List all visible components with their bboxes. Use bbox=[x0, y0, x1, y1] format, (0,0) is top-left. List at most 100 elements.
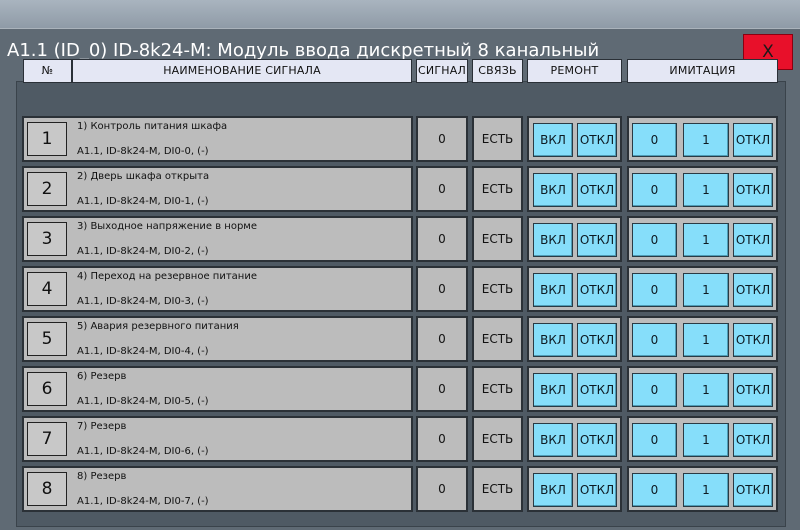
repair-on-button[interactable]: ВКЛ bbox=[533, 323, 573, 357]
link-status-cell: ЕСТЬ bbox=[472, 166, 523, 212]
imitation-0-button[interactable]: 0 bbox=[632, 223, 677, 257]
imitation-off-button[interactable]: ОТКЛ bbox=[733, 273, 773, 307]
link-status-cell: ЕСТЬ bbox=[472, 466, 523, 512]
imitation-0-button[interactable]: 0 bbox=[632, 123, 677, 157]
imitation-0-button[interactable]: 0 bbox=[632, 423, 677, 457]
header-link: СВЯЗЬ bbox=[472, 59, 523, 83]
link-status-cell: ЕСТЬ bbox=[472, 416, 523, 462]
repair-cell: ВКЛ ОТКЛ bbox=[527, 266, 622, 312]
link-status-cell: ЕСТЬ bbox=[472, 316, 523, 362]
imitation-1-button[interactable]: 1 bbox=[683, 123, 729, 157]
repair-cell: ВКЛ ОТКЛ bbox=[527, 316, 622, 362]
signal-name-cell: 3 3) Выходное напряжение в норме A1.1, I… bbox=[22, 216, 413, 262]
header-repair: РЕМОНТ bbox=[527, 59, 622, 83]
link-status-cell: ЕСТЬ bbox=[472, 266, 523, 312]
imitation-off-button[interactable]: ОТКЛ bbox=[733, 423, 773, 457]
repair-on-button[interactable]: ВКЛ bbox=[533, 123, 573, 157]
imitation-cell: 0 1 ОТКЛ bbox=[627, 316, 778, 362]
signal-value: 0 bbox=[438, 182, 446, 196]
imitation-1-button[interactable]: 1 bbox=[683, 473, 729, 507]
imitation-off-button[interactable]: ОТКЛ bbox=[733, 473, 773, 507]
repair-off-button[interactable]: ОТКЛ bbox=[577, 173, 617, 207]
channel-number: 6 bbox=[27, 372, 67, 406]
imitation-0-button[interactable]: 0 bbox=[632, 273, 677, 307]
repair-on-button[interactable]: ВКЛ bbox=[533, 173, 573, 207]
link-status: ЕСТЬ bbox=[481, 432, 514, 446]
repair-cell: ВКЛ ОТКЛ bbox=[527, 166, 622, 212]
signal-value: 0 bbox=[438, 482, 446, 496]
signal-name-cell: 2 2) Дверь шкафа открыта A1.1, ID-8k24-M… bbox=[22, 166, 413, 212]
signal-value-cell: 0 bbox=[416, 216, 468, 262]
signal-name: 4) Переход на резервное питание bbox=[77, 271, 257, 282]
signal-address: A1.1, ID-8k24-M, DI0-4, (-) bbox=[77, 346, 209, 357]
imitation-off-button[interactable]: ОТКЛ bbox=[733, 173, 773, 207]
imitation-off-button[interactable]: ОТКЛ bbox=[733, 373, 773, 407]
imitation-0-button[interactable]: 0 bbox=[632, 173, 677, 207]
repair-on-button[interactable]: ВКЛ bbox=[533, 473, 573, 507]
signal-value-cell: 0 bbox=[416, 466, 468, 512]
imitation-cell: 0 1 ОТКЛ bbox=[627, 416, 778, 462]
repair-on-button[interactable]: ВКЛ bbox=[533, 423, 573, 457]
signal-address: A1.1, ID-8k24-M, DI0-5, (-) bbox=[77, 396, 209, 407]
imitation-cell: 0 1 ОТКЛ bbox=[627, 116, 778, 162]
signal-name: 3) Выходное напряжение в норме bbox=[77, 221, 258, 232]
repair-off-button[interactable]: ОТКЛ bbox=[577, 323, 617, 357]
imitation-cell: 0 1 ОТКЛ bbox=[627, 266, 778, 312]
imitation-cell: 0 1 ОТКЛ bbox=[627, 166, 778, 212]
link-status-cell: ЕСТЬ bbox=[472, 366, 523, 412]
signal-value: 0 bbox=[438, 332, 446, 346]
repair-off-button[interactable]: ОТКЛ bbox=[577, 223, 617, 257]
signal-value-cell: 0 bbox=[416, 316, 468, 362]
repair-on-button[interactable]: ВКЛ bbox=[533, 373, 573, 407]
signal-name: 1) Контроль питания шкафа bbox=[77, 121, 228, 132]
imitation-off-button[interactable]: ОТКЛ bbox=[733, 323, 773, 357]
signal-value: 0 bbox=[438, 282, 446, 296]
signal-address: A1.1, ID-8k24-M, DI0-0, (-) bbox=[77, 146, 209, 157]
repair-off-button[interactable]: ОТКЛ bbox=[577, 473, 617, 507]
imitation-0-button[interactable]: 0 bbox=[632, 473, 677, 507]
repair-off-button[interactable]: ОТКЛ bbox=[577, 273, 617, 307]
imitation-0-button[interactable]: 0 bbox=[632, 323, 677, 357]
imitation-1-button[interactable]: 1 bbox=[683, 373, 729, 407]
repair-cell: ВКЛ ОТКЛ bbox=[527, 216, 622, 262]
link-status: ЕСТЬ bbox=[481, 182, 514, 196]
repair-off-button[interactable]: ОТКЛ bbox=[577, 423, 617, 457]
channel-number: 3 bbox=[27, 222, 67, 256]
repair-on-button[interactable]: ВКЛ bbox=[533, 223, 573, 257]
link-status: ЕСТЬ bbox=[481, 482, 514, 496]
imitation-1-button[interactable]: 1 bbox=[683, 323, 729, 357]
repair-cell: ВКЛ ОТКЛ bbox=[527, 466, 622, 512]
imitation-1-button[interactable]: 1 bbox=[683, 423, 729, 457]
imitation-1-button[interactable]: 1 bbox=[683, 223, 729, 257]
link-status: ЕСТЬ bbox=[481, 382, 514, 396]
header-num: № bbox=[23, 59, 72, 83]
signal-address: A1.1, ID-8k24-M, DI0-7, (-) bbox=[77, 496, 209, 507]
repair-on-button[interactable]: ВКЛ bbox=[533, 273, 573, 307]
signal-name-cell: 4 4) Переход на резервное питание A1.1, … bbox=[22, 266, 413, 312]
imitation-off-button[interactable]: ОТКЛ bbox=[733, 123, 773, 157]
imitation-0-button[interactable]: 0 bbox=[632, 373, 677, 407]
signal-value-cell: 0 bbox=[416, 116, 468, 162]
imitation-cell: 0 1 ОТКЛ bbox=[627, 366, 778, 412]
channel-number: 7 bbox=[27, 422, 67, 456]
signal-name-cell: 7 7) Резерв A1.1, ID-8k24-M, DI0-6, (-) bbox=[22, 416, 413, 462]
repair-off-button[interactable]: ОТКЛ bbox=[577, 123, 617, 157]
imitation-cell: 0 1 ОТКЛ bbox=[627, 466, 778, 512]
link-status: ЕСТЬ bbox=[481, 232, 514, 246]
signal-value-cell: 0 bbox=[416, 416, 468, 462]
imitation-1-button[interactable]: 1 bbox=[683, 173, 729, 207]
link-status-cell: ЕСТЬ bbox=[472, 116, 523, 162]
channel-number: 1 bbox=[27, 122, 67, 156]
background-window-strip bbox=[0, 0, 800, 30]
signal-value: 0 bbox=[438, 432, 446, 446]
link-status: ЕСТЬ bbox=[481, 282, 514, 296]
signal-name: 2) Дверь шкафа открыта bbox=[77, 171, 210, 182]
signal-value: 0 bbox=[438, 232, 446, 246]
imitation-1-button[interactable]: 1 bbox=[683, 273, 729, 307]
signal-address: A1.1, ID-8k24-M, DI0-2, (-) bbox=[77, 246, 209, 257]
signal-name: 8) Резерв bbox=[77, 471, 127, 482]
imitation-off-button[interactable]: ОТКЛ bbox=[733, 223, 773, 257]
signal-address: A1.1, ID-8k24-M, DI0-1, (-) bbox=[77, 196, 209, 207]
repair-off-button[interactable]: ОТКЛ bbox=[577, 373, 617, 407]
signal-value-cell: 0 bbox=[416, 366, 468, 412]
